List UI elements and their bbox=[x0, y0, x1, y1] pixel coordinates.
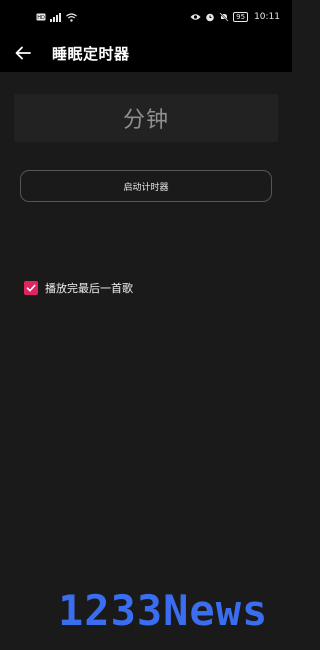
minutes-label: 分钟 bbox=[122, 108, 169, 133]
start-timer-button[interactable]: 启动计时器 bbox=[20, 170, 272, 202]
checkmark-icon bbox=[26, 284, 36, 292]
arrow-left-icon bbox=[15, 46, 31, 60]
app-bar: 睡眠定时器 bbox=[0, 34, 292, 72]
battery-indicator: 95 bbox=[233, 12, 249, 22]
eye-icon bbox=[190, 12, 201, 22]
svg-text:HD: HD bbox=[37, 15, 45, 21]
minutes-picker[interactable]: 分钟 bbox=[14, 94, 278, 142]
watermark: 1233News bbox=[58, 586, 269, 635]
hd-icon: HD bbox=[36, 12, 46, 22]
status-time: 10:11 bbox=[254, 12, 280, 22]
status-left: HD bbox=[36, 12, 77, 22]
play-last-song-option[interactable]: 播放完最后一首歌 bbox=[24, 280, 133, 296]
page-title: 睡眠定时器 bbox=[52, 44, 130, 63]
signal-icon bbox=[50, 12, 62, 22]
mute-icon bbox=[219, 12, 229, 22]
status-bar: HD 95 10:11 bbox=[0, 0, 292, 34]
status-right: 95 10:11 bbox=[190, 12, 280, 22]
wifi-icon bbox=[66, 12, 77, 22]
alarm-icon bbox=[205, 12, 215, 22]
play-last-song-label: 播放完最后一首歌 bbox=[45, 282, 133, 295]
play-last-song-checkbox[interactable] bbox=[24, 281, 38, 295]
back-button[interactable] bbox=[13, 43, 33, 63]
